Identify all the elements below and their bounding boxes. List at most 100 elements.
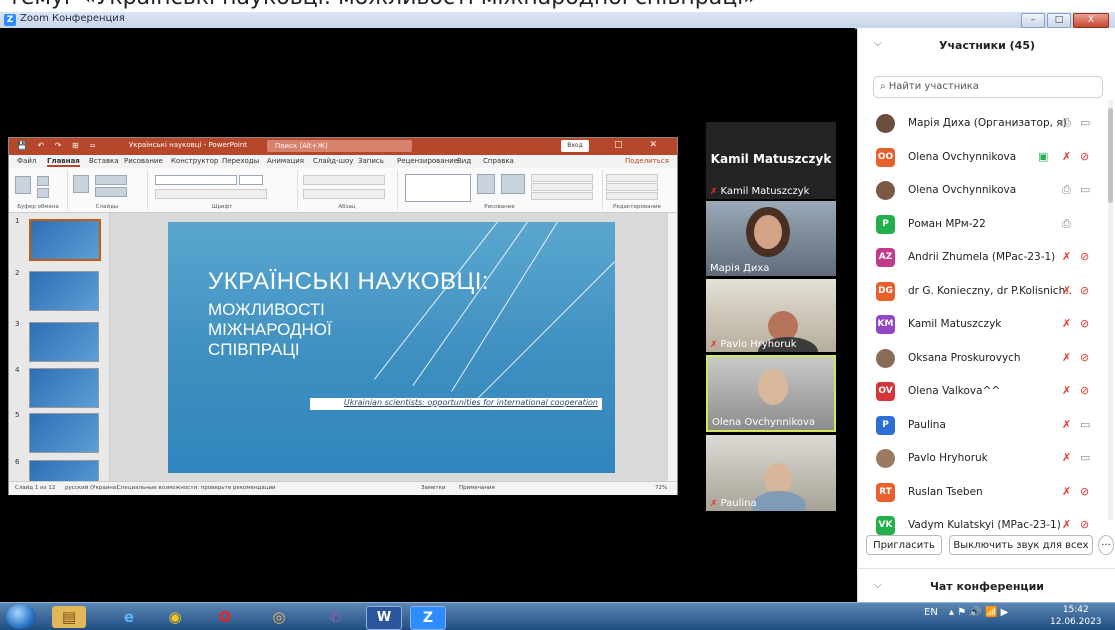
explorer-icon[interactable]: ▤: [52, 606, 86, 628]
zoom-level[interactable]: 72%: [655, 485, 667, 491]
mic-off-icon[interactable]: ✗: [1062, 317, 1071, 330]
ppt-search-input[interactable]: Поиск (Alt+Ж): [267, 140, 412, 152]
reset-icon[interactable]: [95, 187, 127, 197]
notes-button[interactable]: Заметки: [421, 485, 446, 491]
camera-off-icon[interactable]: ⊘: [1080, 351, 1089, 364]
language-indicator[interactable]: EN: [924, 607, 938, 618]
ppt-window-controls[interactable]: ─ □ ✕: [582, 140, 669, 150]
camera-off-icon[interactable]: ⊘: [1080, 518, 1089, 531]
language-status[interactable]: русский (Украина): [65, 485, 118, 491]
replace-icon[interactable]: [606, 183, 658, 191]
mic-off-icon[interactable]: ✗: [1062, 150, 1071, 163]
shapes-gallery[interactable]: [405, 174, 471, 202]
copy-icon[interactable]: [37, 188, 49, 198]
slide-thumbnail[interactable]: [29, 322, 99, 362]
mic-off-icon[interactable]: ✗: [1062, 351, 1071, 364]
menu-home[interactable]: Главная: [47, 157, 80, 167]
participant-row[interactable]: P Роман МРм-22 ⎙: [858, 208, 1108, 241]
clock[interactable]: 15:42 12.06.2023: [1050, 604, 1102, 628]
maximize-button[interactable]: □: [1047, 13, 1071, 28]
slide-thumbnail[interactable]: [29, 219, 101, 261]
camera-off-icon[interactable]: ⊘: [1080, 485, 1089, 498]
video-tile-paulina[interactable]: ✗ Paulina: [706, 435, 836, 511]
video-tile-olena-active-speaker[interactable]: Olena Ovchynnikova: [706, 355, 836, 432]
viber-icon[interactable]: ✆: [318, 606, 352, 628]
menu-design[interactable]: Конструктор: [171, 157, 218, 165]
menu-transitions[interactable]: Переходы: [222, 157, 259, 165]
menu-record[interactable]: Запись: [358, 157, 384, 165]
mic-off-icon[interactable]: ✗: [1062, 250, 1071, 263]
menu-slideshow[interactable]: Слайд-шоу: [313, 157, 353, 165]
word-icon[interactable]: W: [366, 606, 402, 630]
mute-all-button[interactable]: Выключить звук для всех: [949, 535, 1093, 555]
mic-off-icon[interactable]: ✗: [1062, 384, 1071, 397]
comments-button[interactable]: Примечания: [459, 485, 495, 491]
font-format-icons[interactable]: [155, 189, 267, 199]
start-button[interactable]: [6, 604, 36, 629]
slide-thumbnail[interactable]: [29, 413, 99, 453]
mic-icon[interactable]: ⎙: [1062, 183, 1071, 197]
paste-icon[interactable]: [15, 176, 31, 194]
video-tile-kamil[interactable]: Kamil Matuszczyk ✗ Kamil Matuszczyk: [706, 122, 836, 199]
mic-off-icon[interactable]: ✗: [1062, 485, 1071, 498]
tray-icons[interactable]: ▴ ⚑ 🔊 📶 ▶: [949, 607, 1008, 618]
camera-off-icon[interactable]: ⊘: [1080, 250, 1089, 263]
mic-off-icon[interactable]: ✗: [1062, 518, 1071, 531]
layout-icon[interactable]: [95, 175, 127, 185]
chrome-icon[interactable]: ◉: [158, 606, 192, 628]
slide-thumbnail[interactable]: [29, 368, 99, 408]
menu-file[interactable]: Файл: [17, 157, 36, 165]
arrange-icon[interactable]: [477, 174, 495, 194]
shape-outline-icon[interactable]: [531, 183, 593, 191]
align-icons[interactable]: [303, 189, 385, 199]
menu-draw[interactable]: Рисование: [124, 157, 163, 165]
menu-view[interactable]: Вид: [457, 157, 471, 165]
mic-off-icon[interactable]: ✗: [1062, 451, 1071, 464]
mic-off-icon[interactable]: ✗: [1062, 284, 1071, 297]
slide-thumbnail[interactable]: [29, 271, 99, 311]
zoom-eye-icon[interactable]: ◎: [262, 606, 296, 628]
participant-row[interactable]: Olena Ovchynnikova ⎙ ▭: [858, 174, 1108, 207]
list-icons[interactable]: [303, 175, 385, 185]
current-slide[interactable]: УКРАЇНСЬКІ НАУКОВЦІ: МОЖЛИВОСТІ МІЖНАРОД…: [168, 222, 615, 473]
opera-icon[interactable]: O: [208, 606, 242, 628]
menu-insert[interactable]: Вставка: [89, 157, 119, 165]
participant-row[interactable]: OV Olena Valkova^^ ✗ ⊘: [858, 375, 1108, 408]
system-tray[interactable]: EN ▴ ⚑ 🔊 📶 ▶: [924, 607, 1008, 618]
find-icon[interactable]: [606, 174, 658, 182]
camera-off-icon[interactable]: ⊘: [1080, 284, 1089, 297]
font-size-select[interactable]: [239, 175, 263, 185]
mic-icon[interactable]: ⎙: [1062, 116, 1071, 130]
accessibility-status[interactable]: Специальные возможности: проверьте реком…: [117, 485, 276, 491]
close-button[interactable]: X: [1073, 13, 1109, 28]
participant-row[interactable]: P Paulina ✗ ▭: [858, 409, 1108, 442]
camera-icon[interactable]: ▭: [1080, 418, 1090, 431]
shape-fill-icon[interactable]: [531, 174, 593, 182]
zoom-taskbar-icon[interactable]: Z: [410, 606, 446, 630]
font-name-select[interactable]: [155, 175, 237, 185]
participant-row[interactable]: OO Olena Ovchynnikova ▣ ✗ ⊘: [858, 141, 1108, 174]
participant-row[interactable]: Марія Диха (Организатор, я) ⎙ ▭: [858, 107, 1108, 140]
shape-effects-icon[interactable]: [531, 192, 593, 200]
video-tile-pavlo[interactable]: ✗ Pavlo Hryhoruk: [706, 279, 836, 352]
menu-animation[interactable]: Анимация: [267, 157, 304, 165]
camera-icon[interactable]: ▭: [1080, 183, 1090, 196]
camera-icon[interactable]: ▭: [1080, 116, 1090, 129]
mic-off-icon[interactable]: ✗: [1062, 418, 1071, 431]
video-tile-mariia[interactable]: Марія Диха: [706, 201, 836, 276]
minimize-button[interactable]: –: [1021, 13, 1045, 28]
scrollbar-thumb[interactable]: [1108, 108, 1113, 203]
slide-thumbnail[interactable]: [29, 460, 99, 481]
participant-row[interactable]: Pavlo Hryhoruk ✗ ▭: [858, 442, 1108, 475]
select-icon[interactable]: [606, 192, 658, 200]
participant-search-input[interactable]: ⌕ Найти участника: [873, 76, 1103, 98]
menu-help[interactable]: Справка: [483, 157, 514, 165]
share-button[interactable]: Поделиться: [625, 157, 669, 165]
new-slide-icon[interactable]: [73, 175, 89, 193]
camera-icon[interactable]: ▭: [1080, 451, 1090, 464]
more-button[interactable]: ···: [1098, 535, 1114, 555]
mic-icon[interactable]: ⎙: [1062, 217, 1071, 231]
quick-styles-icon[interactable]: [501, 174, 525, 194]
internet-explorer-icon[interactable]: e: [112, 606, 146, 628]
camera-off-icon[interactable]: ⊘: [1080, 317, 1089, 330]
